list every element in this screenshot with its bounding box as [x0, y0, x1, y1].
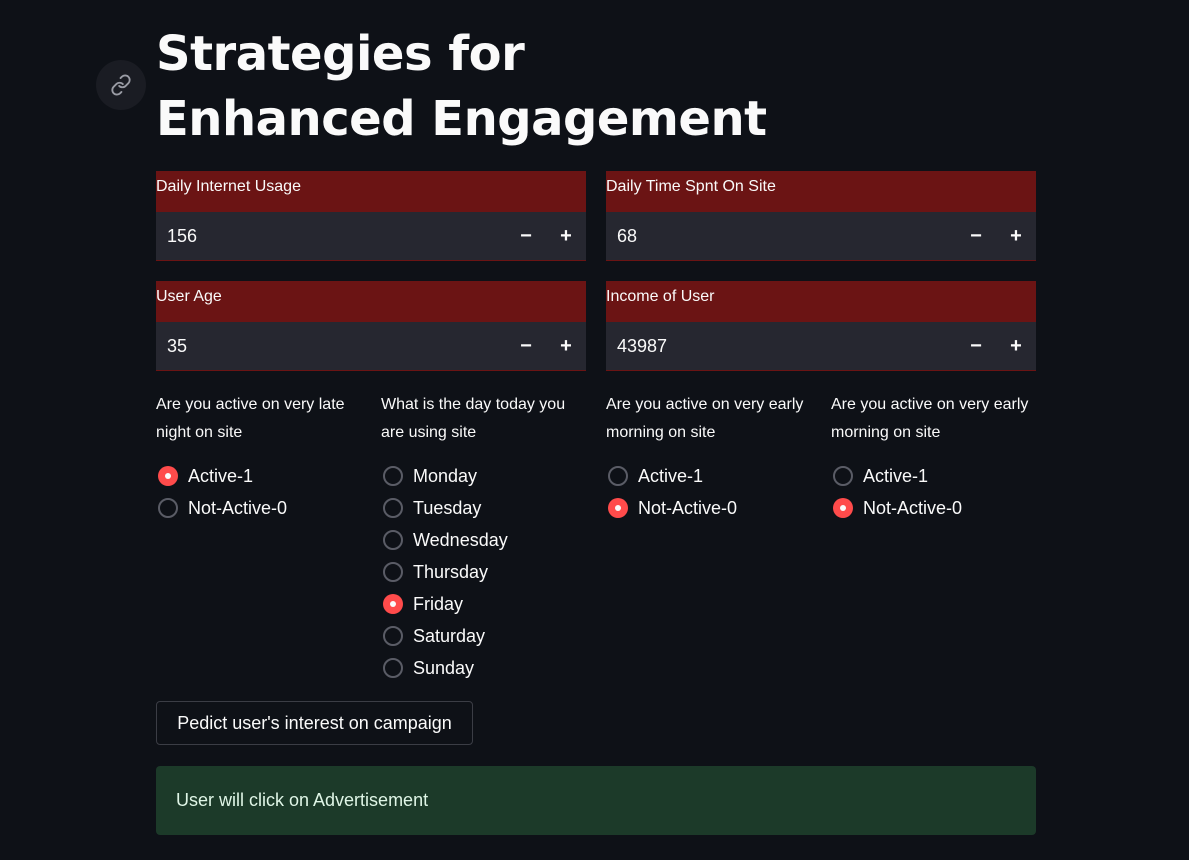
decrement-button[interactable]: −	[506, 322, 546, 371]
radio-circle[interactable]	[158, 466, 178, 486]
result-success-alert: User will click on Advertisement	[156, 766, 1036, 835]
radio-option-label: Sunday	[413, 657, 475, 678]
radio-circle[interactable]	[608, 466, 628, 486]
radio-circle[interactable]	[158, 498, 178, 518]
link-icon	[111, 74, 131, 96]
result-text: User will click on Advertisement	[176, 790, 429, 810]
radio-circle[interactable]	[383, 594, 403, 614]
radio-option-label: Thursday	[413, 561, 489, 582]
number-input-income: Income of User 43987 − +	[606, 281, 1036, 371]
radio-option[interactable]: Tuesday	[381, 492, 586, 524]
radio-circle[interactable]	[833, 466, 853, 486]
radio-option-label: Active-1	[638, 465, 704, 486]
radio-option[interactable]: Friday	[381, 588, 586, 620]
number-value[interactable]: 68	[617, 226, 956, 247]
increment-button[interactable]: +	[996, 322, 1036, 371]
radio-option-label: Not-Active-0	[638, 497, 738, 518]
radio-option[interactable]: Thursday	[381, 556, 586, 588]
radio-group-label: Are you active on very late night on sit…	[156, 396, 345, 441]
decrement-button[interactable]: −	[956, 212, 996, 261]
radio-group-label: Are you active on very early morning on …	[606, 396, 804, 441]
radio-option[interactable]: Active-1	[156, 460, 361, 492]
radio-group-late-night: Are you active on very late night on sit…	[156, 391, 361, 524]
number-input-label: Income of User	[606, 281, 1036, 322]
radio-option[interactable]: Monday	[381, 460, 586, 492]
number-input-daily-time-on-site: Daily Time Spnt On Site 68 − +	[606, 171, 1036, 261]
increment-button[interactable]: +	[996, 212, 1036, 261]
increment-button[interactable]: +	[546, 212, 586, 261]
radio-option[interactable]: Not-Active-0	[831, 492, 1036, 524]
radio-circle[interactable]	[833, 498, 853, 518]
number-value[interactable]: 35	[167, 336, 506, 357]
number-field[interactable]: 68 − +	[606, 212, 1036, 261]
number-field[interactable]: 35 − +	[156, 322, 586, 371]
radio-option[interactable]: Active-1	[606, 460, 811, 492]
number-input-label: Daily Internet Usage	[156, 171, 586, 212]
number-input-label: User Age	[156, 281, 586, 322]
radio-option-label: Active-1	[188, 465, 254, 486]
radio-group-early-morning: Are you active on very early morning on …	[606, 391, 811, 524]
radio-group-early-morning-2: Are you active on very early morning on …	[831, 391, 1036, 524]
radio-circle[interactable]	[383, 658, 403, 678]
radio-option-label: Not-Active-0	[188, 497, 288, 518]
radio-circle[interactable]	[383, 466, 403, 486]
number-field[interactable]: 156 − +	[156, 212, 586, 261]
radio-option-label: Monday	[413, 465, 478, 486]
increment-button[interactable]: +	[546, 322, 586, 371]
number-input-label: Daily Time Spnt On Site	[606, 171, 1036, 212]
radio-circle[interactable]	[383, 626, 403, 646]
radio-circle[interactable]	[383, 498, 403, 518]
number-value[interactable]: 43987	[617, 336, 956, 357]
decrement-button[interactable]: −	[956, 322, 996, 371]
radio-option[interactable]: Saturday	[381, 620, 586, 652]
radio-group-label: What is the day today you are using site	[381, 396, 566, 441]
radio-option[interactable]: Not-Active-0	[606, 492, 811, 524]
app-page: Strategies for Enhanced Engagement Daily…	[0, 0, 1189, 860]
radio-option[interactable]: Not-Active-0	[156, 492, 361, 524]
page-title: Strategies for Enhanced Engagement	[156, 26, 767, 147]
radio-option[interactable]: Wednesday	[381, 524, 586, 556]
radio-option[interactable]: Active-1	[831, 460, 1036, 492]
decrement-button[interactable]: −	[506, 212, 546, 261]
number-field[interactable]: 43987 − +	[606, 322, 1036, 371]
radio-option-label: Not-Active-0	[863, 497, 963, 518]
number-value[interactable]: 156	[167, 226, 506, 247]
number-input-user-age: User Age 35 − +	[156, 281, 586, 371]
radio-group-label: Are you active on very early morning on …	[831, 396, 1029, 441]
radio-option[interactable]: Sunday	[381, 652, 586, 684]
radio-option-label: Saturday	[413, 625, 486, 646]
anchor-link-button[interactable]	[96, 60, 146, 110]
radio-circle[interactable]	[383, 562, 403, 582]
predict-button[interactable]: Pedict user's interest on campaign	[156, 701, 473, 745]
radio-circle[interactable]	[383, 530, 403, 550]
radio-circle[interactable]	[608, 498, 628, 518]
radio-option-label: Active-1	[863, 465, 929, 486]
radio-option-label: Tuesday	[413, 497, 482, 518]
radio-option-label: Wednesday	[413, 529, 508, 550]
radio-option-label: Friday	[413, 593, 464, 614]
radio-group-day: What is the day today you are using site…	[381, 391, 586, 684]
number-input-daily-internet-usage: Daily Internet Usage 156 − +	[156, 171, 586, 261]
